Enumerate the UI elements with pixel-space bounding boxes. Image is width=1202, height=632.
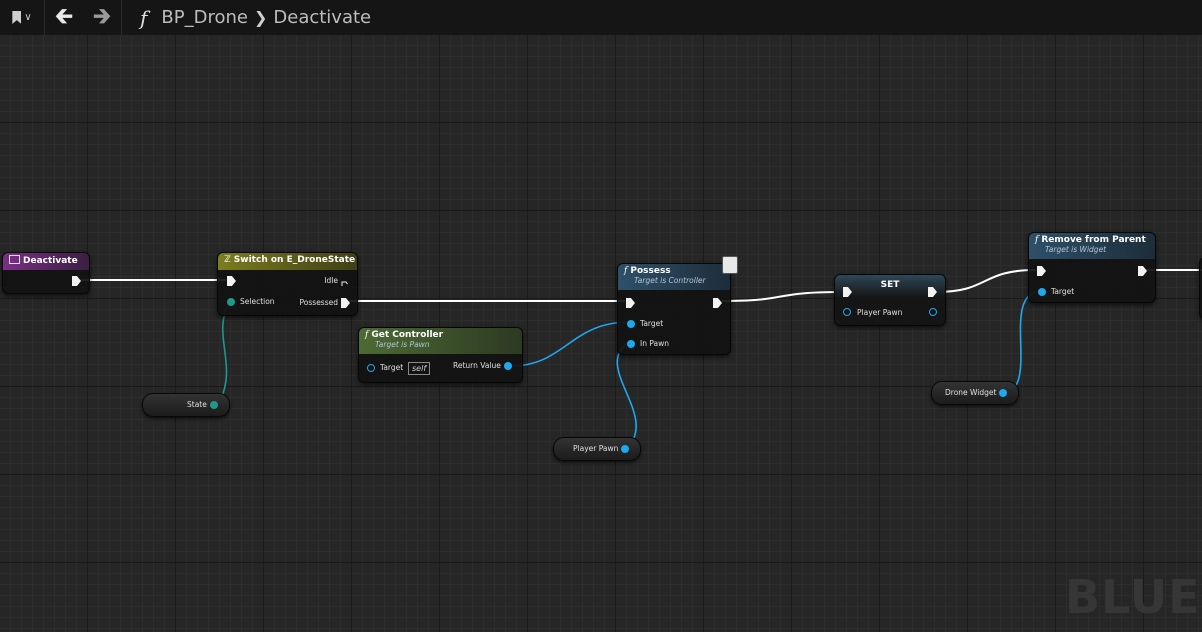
chevron-down-icon: ∨ bbox=[24, 12, 32, 23]
node-title: Deactivate bbox=[23, 256, 78, 266]
exec-in-pin[interactable] bbox=[227, 276, 236, 286]
state-variable-node[interactable]: State bbox=[142, 393, 230, 417]
player-pawn-output-pin[interactable] bbox=[621, 445, 629, 453]
function-icon: f bbox=[365, 330, 369, 340]
forward-button[interactable]: 🡲 bbox=[83, 0, 121, 35]
drone-widget-variable-node[interactable]: Drone Widget bbox=[931, 381, 1019, 405]
enum-wire-state-selection bbox=[217, 300, 231, 406]
variable-label: State bbox=[187, 400, 207, 409]
return-value-label: Return Value bbox=[453, 361, 501, 370]
player-pawn-input-pin[interactable] bbox=[843, 308, 851, 316]
selection-pin[interactable] bbox=[227, 298, 235, 306]
exec-out-pin[interactable] bbox=[713, 298, 722, 308]
object-wire-pawn-inpawn bbox=[616, 341, 637, 449]
possess-node[interactable]: f Possess Target is Controller Target In … bbox=[617, 256, 738, 355]
exec-out-pin[interactable] bbox=[1138, 266, 1147, 276]
back-button[interactable]: 🡰 bbox=[45, 0, 83, 35]
in-pawn-pin[interactable] bbox=[627, 340, 635, 348]
breadcrumb-function[interactable]: Deactivate bbox=[273, 7, 371, 28]
object-wire-controller-target bbox=[510, 321, 631, 367]
state-output-pin[interactable] bbox=[210, 401, 218, 409]
exec-wire-possess-set bbox=[721, 291, 843, 302]
deactivate-event-node[interactable]: Deactivate bbox=[2, 252, 90, 294]
variable-label: Player Pawn bbox=[573, 444, 619, 453]
node-title: Get Controller bbox=[371, 330, 444, 340]
idle-exec-pin[interactable] bbox=[341, 276, 350, 286]
target-pin-label: Target bbox=[1051, 287, 1075, 296]
exec-out-pin[interactable] bbox=[72, 276, 81, 286]
drone-widget-output-pin[interactable] bbox=[999, 389, 1007, 397]
node-subtitle: Target is Widget bbox=[1045, 245, 1107, 254]
idle-pin-label: Idle bbox=[324, 276, 338, 285]
bookmark-menu-button[interactable]: ∨ bbox=[0, 0, 44, 35]
node-title: Switch on E_DroneState bbox=[233, 255, 356, 265]
selection-pin-label: Selection bbox=[240, 297, 275, 306]
node-header: f Remove from Parent Target is Widget bbox=[1029, 233, 1155, 259]
graph-toolbar: ∨ 🡰 🡲 f BP_Drone ❯ Deactivate bbox=[0, 0, 1202, 36]
node-header: f Possess Target is Controller bbox=[618, 264, 730, 290]
target-pin-label: Target bbox=[640, 319, 664, 328]
blueprint-graph-canvas[interactable]: Deactivate ℤ Switch on E_DroneState Idle … bbox=[0, 35, 1202, 632]
chevron-right-icon: ❯ bbox=[253, 8, 268, 27]
exec-in-pin[interactable] bbox=[626, 298, 635, 308]
function-entry-icon bbox=[9, 255, 20, 264]
node-title: Possess bbox=[630, 266, 671, 276]
switch-icon: ℤ bbox=[224, 255, 231, 265]
node-title: Remove from Parent bbox=[1041, 235, 1146, 245]
hollow-exec-icon bbox=[341, 281, 350, 286]
set-pin-label: Player Pawn bbox=[857, 308, 903, 317]
node-header: Deactivate bbox=[3, 253, 89, 270]
possessed-pin-label: Possessed bbox=[299, 298, 338, 307]
function-icon: f bbox=[140, 5, 148, 30]
exec-in-pin[interactable] bbox=[1037, 266, 1046, 276]
node-title: SET bbox=[880, 280, 900, 290]
player-pawn-output-pin[interactable] bbox=[929, 308, 937, 316]
exec-wire-set-remove bbox=[935, 269, 1037, 293]
target-default-field[interactable]: self bbox=[408, 362, 431, 375]
node-header: ℤ Switch on E_DroneState bbox=[218, 253, 357, 270]
possessed-exec-pin[interactable] bbox=[341, 298, 350, 308]
toolbar-divider bbox=[121, 0, 122, 35]
node-header: f Get Controller Target is Pawn bbox=[359, 328, 522, 354]
switch-node[interactable]: ℤ Switch on E_DroneState Idle Selection P… bbox=[217, 252, 358, 316]
return-value-pin[interactable] bbox=[504, 362, 512, 370]
blueprint-watermark: BLUE bbox=[1065, 570, 1201, 624]
variable-label: Drone Widget bbox=[945, 388, 997, 397]
in-pawn-pin-label: In Pawn bbox=[640, 339, 670, 348]
remove-from-parent-node[interactable]: f Remove from Parent Target is Widget Tar… bbox=[1028, 232, 1156, 303]
node-subtitle: Target is Pawn bbox=[375, 340, 430, 349]
target-pin-label: Target bbox=[380, 363, 404, 372]
target-pin[interactable] bbox=[627, 320, 635, 328]
back-arrow-icon: 🡰 bbox=[55, 3, 73, 29]
function-icon: f bbox=[1035, 235, 1039, 245]
wires-layer bbox=[79, 269, 1202, 449]
forward-arrow-icon: 🡲 bbox=[93, 3, 111, 29]
node-subtitle: Target is Controller bbox=[634, 276, 706, 285]
function-icon: f bbox=[624, 266, 628, 276]
breadcrumb-blueprint[interactable]: BP_Drone bbox=[161, 7, 248, 28]
player-pawn-variable-node[interactable]: Player Pawn bbox=[553, 437, 641, 461]
target-pin[interactable] bbox=[367, 364, 375, 372]
bookmark-icon bbox=[12, 11, 22, 24]
get-controller-node[interactable]: f Get Controller Target is Pawn Target se… bbox=[358, 327, 523, 383]
target-pin[interactable] bbox=[1038, 288, 1046, 296]
set-variable-node[interactable]: SET Player Pawn bbox=[834, 274, 946, 326]
server-only-icon bbox=[722, 256, 738, 274]
object-wire-widget-target bbox=[1004, 290, 1041, 395]
